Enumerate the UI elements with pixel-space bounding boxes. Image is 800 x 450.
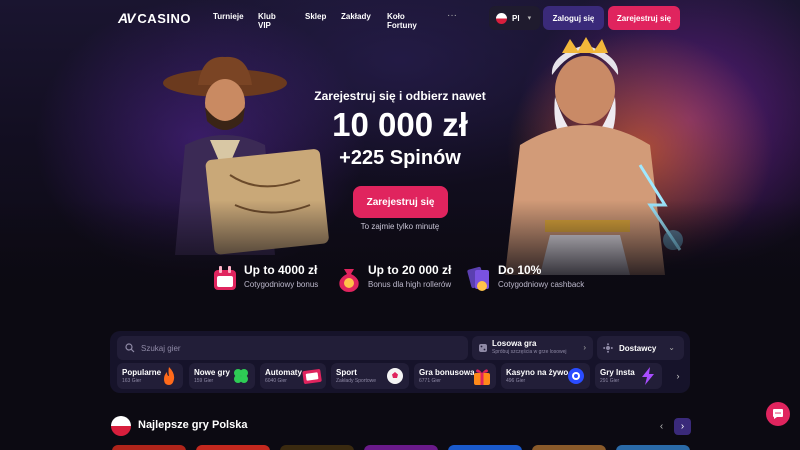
category-count: 159 Gier: [194, 378, 214, 384]
category-gry-insta[interactable]: Gry Insta 291 Gier: [595, 363, 662, 389]
top-header: AV CASINO Turnieje Klub VIP Sklep Zakład…: [0, 0, 800, 36]
language-label: Pl: [512, 13, 520, 23]
providers-icon: [603, 343, 613, 353]
football-icon: [387, 368, 403, 384]
carousel-prev-button[interactable]: ‹: [653, 418, 670, 435]
more-menu-icon[interactable]: ···: [447, 10, 457, 21]
category-count: 6040 Gier: [265, 378, 287, 384]
category-nowe-gry[interactable]: Nowe gry 159 Gier: [189, 363, 255, 389]
hero-subtitle: Zarejestruj się i odbierz nawet: [314, 89, 486, 103]
search-input[interactable]: [141, 343, 441, 353]
promo-cashback[interactable]: Do 10% Cotygodniowy cashback: [466, 263, 584, 293]
category-title: Popularne: [122, 368, 162, 377]
live-casino-icon: [568, 368, 584, 384]
nav-item-kolo-fortuny[interactable]: Koło Fortuny: [387, 12, 417, 30]
random-game-button[interactable]: Losowa gra Spróbuj szczęścia w grze loso…: [472, 336, 593, 360]
game-thumbnail[interactable]: [112, 445, 186, 450]
category-count: Zakłady Sportowe: [336, 378, 377, 384]
category-title: Nowe gry: [194, 368, 231, 377]
category-count: 291 Gier: [600, 378, 620, 384]
promo-desc: Bonus dla high rollerów: [368, 280, 452, 289]
search-bar[interactable]: [117, 336, 468, 360]
category-title: Gra bonusowa: [419, 368, 475, 377]
carousel-next-button[interactable]: ›: [674, 418, 691, 435]
category-count: 6771 Gier: [419, 378, 441, 384]
promo-high-roller[interactable]: Up to 20 000 zł Bonus dla high rollerów: [336, 263, 451, 293]
logo[interactable]: AV CASINO: [118, 10, 191, 26]
hero-register-button[interactable]: Zarejestruj się: [353, 186, 448, 218]
fire-icon: [164, 367, 175, 385]
clover-icon: [234, 369, 248, 383]
category-title: Sport: [336, 368, 357, 377]
category-kasyno-na-zywo[interactable]: Kasyno na żywo 496 Gier: [501, 363, 590, 389]
game-thumbnail[interactable]: [364, 445, 438, 450]
section-title: Najlepsze gry Polska: [138, 419, 248, 431]
game-thumbnail[interactable]: [196, 445, 270, 450]
game-thumbnail[interactable]: [532, 445, 606, 450]
calendar-gift-icon: [214, 266, 236, 290]
game-thumbnail[interactable]: [616, 445, 690, 450]
chevron-right-icon: ›: [583, 343, 586, 352]
promo-title: Up to 20 000 zł: [368, 263, 452, 277]
providers-label: Dostawcy: [619, 343, 657, 353]
nav-item-turnieje[interactable]: Turnieje: [213, 12, 244, 21]
categories-next-icon[interactable]: ›: [669, 363, 687, 389]
register-button[interactable]: Zarejestruj się: [608, 6, 680, 30]
poland-flag-icon: [496, 12, 507, 24]
category-title: Gry Insta: [600, 368, 635, 377]
promo-title: Do 10%: [498, 263, 542, 277]
category-gra-bonusowa[interactable]: Gra bonusowa 6771 Gier: [414, 363, 496, 389]
category-sport[interactable]: Sport Zakłady Sportowe: [331, 363, 409, 389]
search-icon: [125, 343, 135, 353]
category-automaty[interactable]: Automaty 6040 Gier: [260, 363, 326, 389]
category-count: 496 Gier: [506, 378, 526, 384]
logo-mark: AV: [118, 10, 135, 26]
hero-amount: 10 000 zł: [332, 106, 468, 143]
poland-flag-icon: [111, 416, 131, 436]
nav-item-klub-vip[interactable]: Klub VIP: [258, 12, 276, 30]
hero-note: To zajmie tylko minutę: [360, 222, 440, 231]
promo-desc: Cotygodniowy bonus: [244, 280, 319, 289]
game-thumbnail[interactable]: [448, 445, 522, 450]
lightning-icon: [642, 367, 654, 385]
game-thumbnail[interactable]: [280, 445, 354, 450]
language-selector[interactable]: Pl ▾: [489, 6, 540, 30]
category-count: 163 Gier: [122, 378, 142, 384]
chevron-down-icon: ▾: [527, 15, 532, 22]
nav-item-sklep[interactable]: Sklep: [305, 12, 326, 21]
category-title: Kasyno na żywo: [506, 368, 569, 377]
random-game-subtitle: Spróbuj szczęścia w grze losowej: [492, 349, 567, 355]
chat-button[interactable]: [766, 402, 790, 426]
nav-item-zaklady[interactable]: Zakłady: [341, 12, 371, 21]
slot-777-icon: [302, 369, 322, 384]
chat-icon: [773, 409, 783, 419]
category-title: Automaty: [265, 368, 302, 377]
chevron-down-icon: ⌄: [668, 343, 675, 352]
category-popularne[interactable]: Popularne 163 Gier: [117, 363, 183, 389]
money-bag-icon: [339, 269, 359, 292]
promo-weekly-bonus[interactable]: Up to 4000 zł Cotygodniowy bonus: [212, 263, 318, 293]
cashback-cards-icon: [467, 266, 489, 291]
providers-dropdown[interactable]: Dostawcy ⌄: [597, 336, 684, 360]
logo-text: CASINO: [137, 10, 191, 26]
dice-icon: [479, 344, 487, 352]
random-game-title: Losowa gra: [492, 339, 537, 348]
login-button[interactable]: Zaloguj się: [543, 6, 604, 30]
promo-desc: Cotygodniowy cashback: [498, 280, 585, 289]
hero-spins: +225 Spinów: [339, 147, 461, 169]
promo-title: Up to 4000 zł: [244, 263, 318, 277]
gift-icon: [474, 369, 490, 385]
